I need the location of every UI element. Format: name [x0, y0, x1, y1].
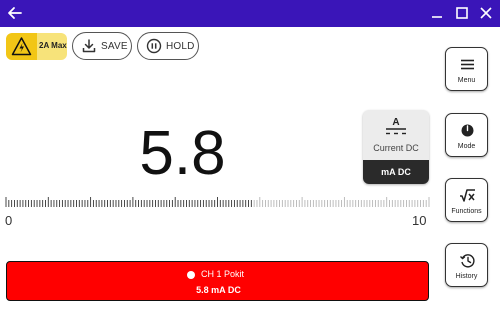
maximize-icon[interactable] — [452, 4, 472, 22]
history-label: History — [455, 273, 478, 280]
max-current-label: 2A Max — [39, 41, 67, 50]
main-reading: 5.8 — [139, 119, 226, 188]
dial-knob-icon — [461, 124, 474, 137]
mode-unit: mA DC — [363, 160, 429, 184]
history-clock-icon — [460, 254, 475, 268]
menu-label: Menu — [457, 77, 476, 84]
hold-label: HOLD — [166, 41, 195, 52]
history-button[interactable]: History — [445, 243, 488, 287]
functions-label: Functions — [451, 208, 482, 215]
hold-button[interactable]: HOLD — [137, 32, 199, 60]
high-voltage-warning-icon — [11, 37, 32, 56]
close-icon[interactable] — [476, 4, 496, 22]
pause-circle-icon — [146, 38, 162, 54]
arrow-left-icon[interactable] — [6, 4, 24, 22]
scale-max-label: 10 — [412, 213, 427, 228]
functions-button[interactable]: Functions — [445, 178, 488, 222]
scale-min-label: 0 — [5, 213, 13, 228]
mode-button[interactable]: Mode — [445, 113, 488, 157]
title-bar — [0, 0, 500, 27]
channel-indicator-dot — [187, 271, 195, 279]
dc-current-symbol-icon: A — [386, 117, 406, 135]
channel-bar[interactable]: CH 1 Pokit 5.8 mA DC — [6, 261, 429, 301]
channel-name: CH 1 Pokit — [201, 269, 245, 279]
mode-label: Mode — [457, 143, 476, 150]
max-current-badge: 2A Max — [6, 33, 67, 60]
analog-scale — [5, 197, 430, 207]
minimize-icon[interactable] — [427, 4, 447, 22]
download-icon — [82, 39, 96, 53]
mode-card[interactable]: A Current DC mA DC — [363, 110, 429, 184]
menu-button[interactable]: Menu — [445, 47, 488, 91]
save-button[interactable]: SAVE — [72, 32, 132, 60]
dc-current-symbol-letter: A — [392, 117, 399, 128]
channel-value: 5.8 mA DC — [196, 285, 241, 295]
square-root-x-icon — [460, 189, 475, 202]
mode-name: Current DC — [373, 143, 419, 153]
hamburger-menu-icon — [461, 59, 474, 70]
warning-icon-box — [6, 33, 37, 60]
save-label: SAVE — [101, 41, 128, 52]
